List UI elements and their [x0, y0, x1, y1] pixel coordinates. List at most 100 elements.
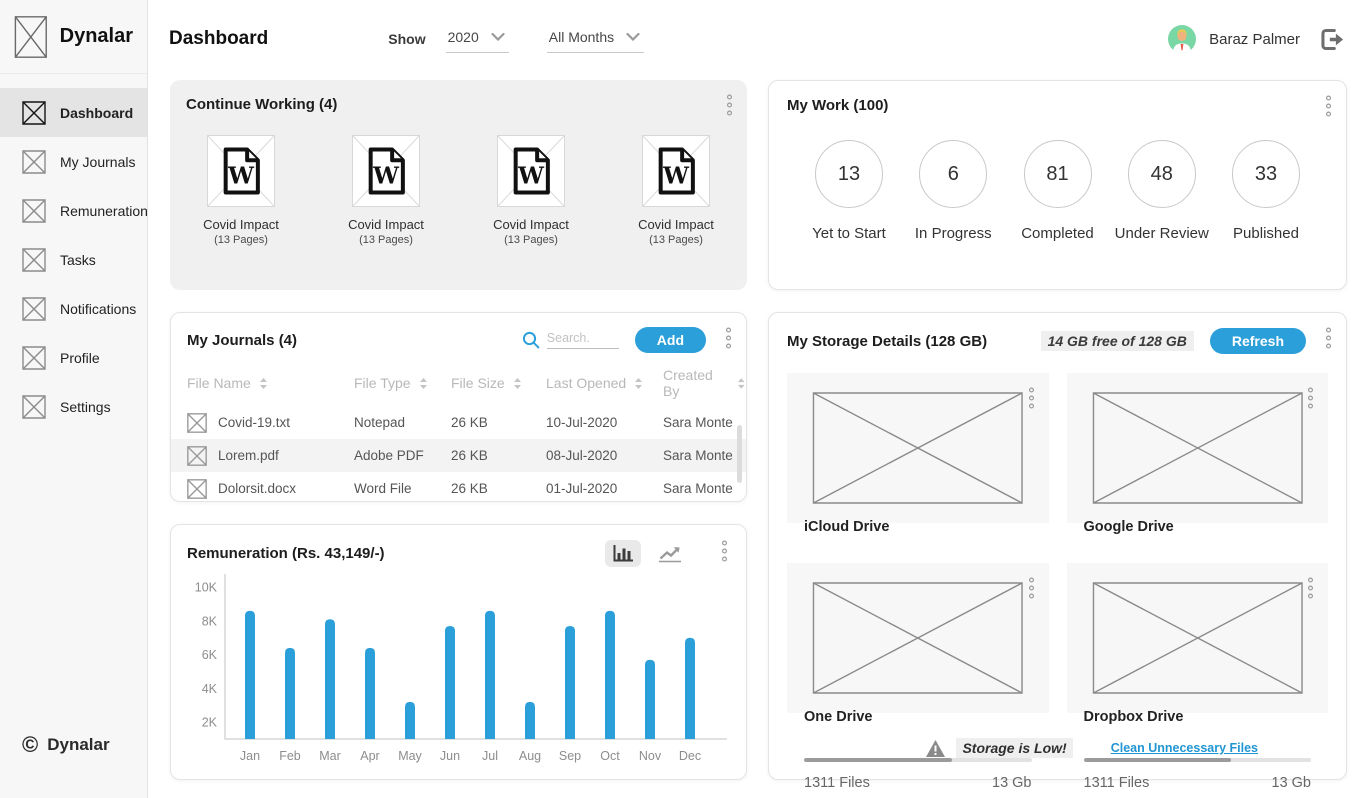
- sidebar-item-label: Profile: [60, 350, 100, 366]
- month-dropdown[interactable]: All Months: [547, 26, 644, 53]
- drive-menu-button[interactable]: [1305, 575, 1316, 606]
- notifications-icon: [22, 297, 46, 321]
- drive-placeholder-icon: [804, 388, 1032, 508]
- logout-button[interactable]: [1318, 26, 1345, 53]
- drive-menu-button[interactable]: [1305, 385, 1316, 416]
- sort-icon: [419, 377, 428, 390]
- drive-tile-google[interactable]: Google Drive 1311 Files 13 Gb: [1067, 373, 1329, 523]
- file-placeholder-icon: [187, 479, 207, 499]
- clean-files-link[interactable]: Clean Unnecessary Files: [1111, 741, 1258, 755]
- kebab-icon: [725, 327, 732, 349]
- sidebar-item-label: My Journals: [60, 154, 135, 170]
- word-document-icon: W: [352, 135, 420, 207]
- my-journals-icon: [22, 150, 46, 174]
- sidebar-item-label: Remuneration: [60, 203, 148, 219]
- word-document-icon: W: [497, 135, 565, 207]
- created-by: Sara Monte: [663, 481, 746, 496]
- column-header-file-name[interactable]: File Name: [187, 375, 354, 391]
- stat-label: Completed: [1008, 225, 1108, 242]
- stat-value: 6: [919, 140, 987, 208]
- stat-yet-to-start: 13 Yet to Start: [799, 140, 899, 242]
- column-header-last-opened[interactable]: Last Opened: [546, 375, 663, 391]
- copyright-icon: ©: [22, 734, 38, 756]
- drive-menu-button[interactable]: [1026, 385, 1037, 416]
- sidebar-item-settings[interactable]: Settings: [0, 382, 147, 431]
- continue-working-card: Continue Working (4) W Covid Impact (13 …: [170, 80, 747, 290]
- document-tile[interactable]: W Covid Impact (13 Pages): [195, 135, 287, 246]
- svg-text:Dec: Dec: [679, 749, 701, 763]
- my-work-card: My Work (100) 13 Yet to Start 6 In Progr…: [768, 80, 1347, 290]
- sidebar-item-dashboard[interactable]: Dashboard: [0, 88, 147, 137]
- svg-text:W: W: [372, 162, 400, 189]
- my-journals-menu-button[interactable]: [723, 325, 734, 356]
- svg-text:4K: 4K: [202, 682, 218, 696]
- continue-working-menu-button[interactable]: [724, 92, 735, 123]
- drive-tile-dropbox[interactable]: Dropbox Drive 1311 Files 13 Gb: [1067, 563, 1329, 713]
- file-placeholder-icon: [187, 446, 207, 466]
- year-dropdown[interactable]: 2020: [446, 26, 509, 53]
- line-chart-toggle-button[interactable]: [651, 540, 689, 567]
- chevron-down-icon: [491, 33, 505, 41]
- drive-tile-icloud[interactable]: iCloud Drive 1311 Files 13 Gb: [787, 373, 1049, 523]
- search-icon[interactable]: [522, 331, 540, 349]
- refresh-button[interactable]: Refresh: [1210, 328, 1306, 354]
- document-tile[interactable]: W Covid Impact (13 Pages): [630, 135, 722, 246]
- journal-search: [522, 331, 619, 349]
- drive-usage-fill: [804, 758, 952, 762]
- sidebar-item-profile[interactable]: Profile: [0, 333, 147, 382]
- svg-text:Feb: Feb: [279, 749, 301, 763]
- drive-menu-button[interactable]: [1026, 575, 1037, 606]
- document-name: Covid Impact: [340, 217, 432, 232]
- bar-chart-icon: [612, 544, 634, 563]
- sidebar-item-tasks[interactable]: Tasks: [0, 235, 147, 284]
- remuneration-menu-button[interactable]: [719, 538, 730, 569]
- table-scrollbar[interactable]: [737, 425, 742, 483]
- drive-name: Google Drive: [1084, 519, 1312, 535]
- document-tile[interactable]: W Covid Impact (13 Pages): [340, 135, 432, 246]
- remuneration-icon: [22, 199, 46, 223]
- file-type: Notepad: [354, 415, 451, 430]
- sidebar-item-my-journals[interactable]: My Journals: [0, 137, 147, 186]
- svg-text:W: W: [662, 162, 690, 189]
- sidebar-item-remuneration[interactable]: Remuneration: [0, 186, 147, 235]
- column-header-created-by[interactable]: Created By: [663, 367, 746, 399]
- table-row[interactable]: Dolorsit.docx Word File 26 KB 01-Jul-202…: [171, 472, 746, 502]
- column-header-file-type[interactable]: File Type: [354, 375, 451, 391]
- user-menu[interactable]: Baraz Palmer: [1168, 25, 1300, 53]
- avatar[interactable]: [1168, 25, 1196, 53]
- svg-text:Mar: Mar: [319, 749, 341, 763]
- search-input[interactable]: [547, 331, 619, 349]
- month-dropdown-value: All Months: [549, 29, 614, 45]
- sort-icon: [634, 377, 643, 390]
- line-chart-icon: [658, 544, 682, 563]
- svg-text:May: May: [398, 749, 422, 763]
- recent-documents: W Covid Impact (13 Pages) W Covid Impact…: [186, 135, 731, 246]
- stat-value: 81: [1024, 140, 1092, 208]
- kebab-icon: [1325, 327, 1332, 349]
- table-row[interactable]: Lorem.pdf Adobe PDF 26 KB 08-Jul-2020 Sa…: [171, 439, 746, 472]
- storage-free-text: 14 GB free of 128 GB: [1041, 331, 1194, 351]
- add-button[interactable]: Add: [635, 327, 706, 353]
- sort-icon: [513, 377, 522, 390]
- bar-chart-toggle-button[interactable]: [605, 540, 641, 567]
- drive-usage-fill: [1084, 758, 1232, 762]
- drive-tile-onedrive[interactable]: One Drive 1311 Files 13 Gb: [787, 563, 1049, 713]
- table-row[interactable]: Covid-19.txt Notepad 26 KB 10-Jul-2020 S…: [171, 406, 746, 439]
- settings-icon: [22, 395, 46, 419]
- dashboard-icon: [22, 101, 46, 125]
- user-name: Baraz Palmer: [1209, 31, 1300, 48]
- my-work-menu-button[interactable]: [1323, 93, 1334, 124]
- column-header-file-size[interactable]: File Size: [451, 375, 546, 391]
- warning-icon: [925, 739, 946, 758]
- storage-menu-button[interactable]: [1323, 325, 1334, 356]
- drive-name: iCloud Drive: [804, 519, 1032, 535]
- sidebar-item-notifications[interactable]: Notifications: [0, 284, 147, 333]
- stat-label: Published: [1216, 225, 1316, 242]
- file-size: 26 KB: [451, 481, 546, 496]
- file-type: Adobe PDF: [354, 448, 451, 463]
- page-title: Dashboard: [169, 28, 268, 50]
- stat-label: In Progress: [903, 225, 1003, 242]
- drive-placeholder-icon: [1084, 578, 1312, 698]
- document-tile[interactable]: W Covid Impact (13 Pages): [485, 135, 577, 246]
- drive-placeholder-icon: [1084, 388, 1312, 508]
